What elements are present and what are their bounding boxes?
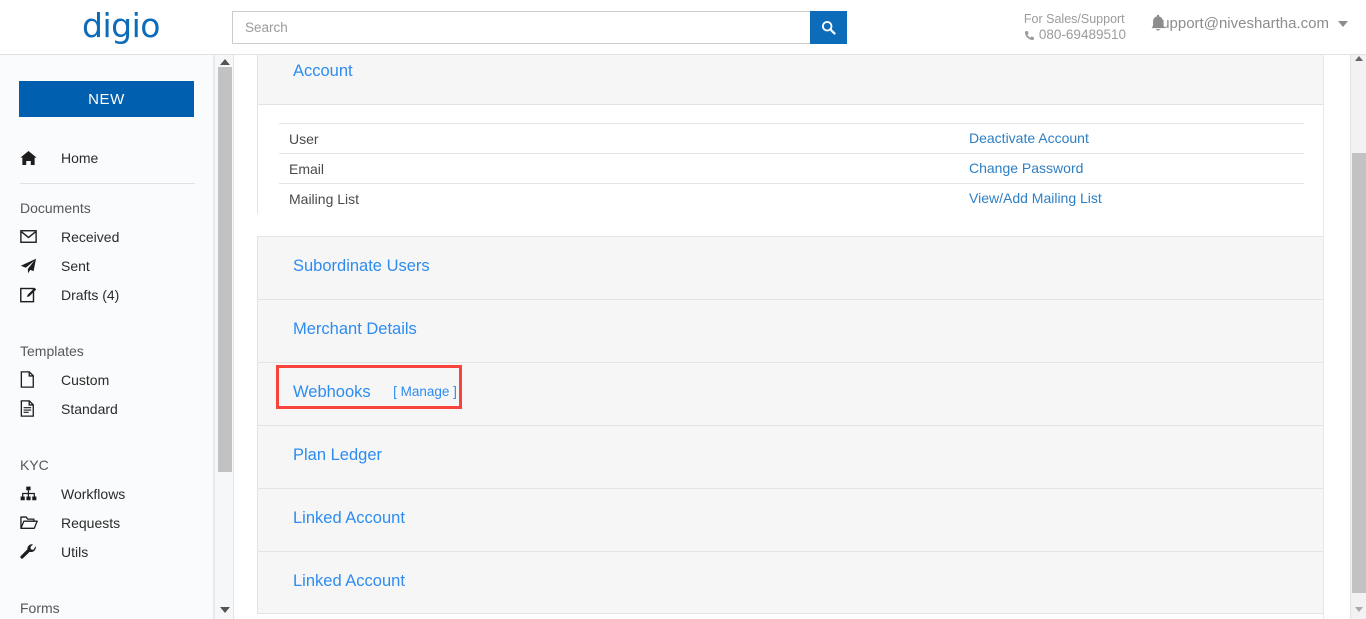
magnifier-icon	[821, 20, 836, 35]
sidebar-item-label: Home	[61, 149, 98, 167]
chevron-down-icon	[1338, 21, 1348, 27]
file-blank-icon	[20, 371, 44, 389]
sales-support-info: For Sales/Support 080-69489510	[1024, 11, 1126, 43]
user-account-menu[interactable]: support@niveshartha.com	[1154, 15, 1348, 32]
linked-account-link[interactable]: Linked Account	[293, 572, 405, 590]
sidebar-nav-list: Home Documents Received	[0, 143, 214, 619]
home-icon	[20, 149, 44, 167]
support-label: For Sales/Support	[1024, 11, 1126, 27]
change-password-link[interactable]: Change Password	[969, 160, 1083, 176]
sidebar-section-kyc: KYC	[0, 457, 214, 473]
account-field-action: Change Password	[969, 160, 1083, 178]
linked-account-row[interactable]: Linked Account	[257, 488, 1324, 551]
account-field-action: View/Add Mailing List	[969, 190, 1102, 208]
page-scrollbar[interactable]	[1350, 48, 1366, 619]
sidebar-scrollbar[interactable]	[214, 55, 234, 619]
account-field-label: Email	[279, 161, 969, 177]
account-settings-panel: Account User Deactivate Account Email Ch…	[257, 55, 1324, 614]
sidebar-item-drafts[interactable]: Drafts (4)	[0, 280, 214, 309]
webhooks-manage-link[interactable]: [ Manage ]	[393, 384, 457, 399]
folder-open-icon	[20, 514, 44, 532]
sidebar-item-label: Requests	[61, 514, 120, 532]
content-right-edge	[1323, 55, 1324, 619]
sidebar-scrollbar-thumb[interactable]	[218, 67, 232, 472]
sidebar-item-home[interactable]: Home	[0, 143, 214, 172]
caret-down-icon	[220, 607, 230, 613]
support-phone-number: 080-69489510	[1039, 27, 1126, 43]
sidebar-section-forms: Forms	[0, 600, 214, 616]
sidebar-section-documents: Documents	[0, 200, 214, 216]
page-scroll-down-button[interactable]	[1351, 601, 1366, 617]
new-button[interactable]: NEW	[19, 81, 194, 117]
caret-up-icon	[1355, 56, 1363, 61]
table-row: Email Change Password	[279, 154, 1304, 184]
phone-icon	[1024, 30, 1035, 41]
merchant-details-row[interactable]: Merchant Details	[257, 299, 1324, 362]
plan-ledger-row[interactable]: Plan Ledger	[257, 425, 1324, 488]
sidebar-scroll-down-button[interactable]	[215, 603, 235, 617]
account-section-link[interactable]: Account	[293, 62, 353, 80]
sidebar-item-sent[interactable]: Sent	[0, 251, 214, 280]
deactivate-account-link[interactable]: Deactivate Account	[969, 130, 1089, 146]
sidebar-divider	[20, 183, 195, 184]
support-phone-row: 080-69489510	[1024, 27, 1126, 43]
wrench-icon	[20, 543, 44, 561]
sidebar-item-label: Sent	[61, 257, 90, 275]
subordinate-users-row[interactable]: Subordinate Users	[257, 236, 1324, 299]
merchant-details-link[interactable]: Merchant Details	[293, 320, 417, 338]
sidebar-spacer	[0, 566, 214, 584]
subordinate-users-link[interactable]: Subordinate Users	[293, 257, 430, 275]
sidebar-item-label: Received	[61, 228, 119, 246]
sidebar-item-label: Workflows	[61, 485, 125, 503]
sidebar-item-workflows[interactable]: Workflows	[0, 479, 214, 508]
edit-document-icon	[20, 286, 44, 304]
webhooks-link[interactable]: Webhooks	[293, 383, 371, 401]
envelope-icon	[20, 228, 44, 246]
caret-down-icon	[1355, 607, 1363, 612]
main-content-area: Account User Deactivate Account Email Ch…	[235, 55, 1340, 619]
digio-logo[interactable]: digio	[82, 6, 160, 46]
linked-account-row[interactable]: Linked Account	[257, 551, 1324, 614]
sidebar-item-utils[interactable]: Utils	[0, 537, 214, 566]
sidebar-item-received[interactable]: Received	[0, 222, 214, 251]
search-button[interactable]	[810, 11, 847, 44]
sidebar-spacer	[0, 423, 214, 441]
top-header: digio For Sales/Support 080-69489510	[0, 0, 1366, 55]
sidebar-item-label: Utils	[61, 543, 88, 561]
account-field-label: User	[279, 131, 969, 147]
table-row: Mailing List View/Add Mailing List	[279, 184, 1304, 214]
sidebar-item-label: Drafts (4)	[61, 286, 119, 304]
sidebar-item-label: Standard	[61, 400, 118, 418]
search-bar	[232, 11, 847, 44]
page-scrollbar-thumb[interactable]	[1352, 153, 1366, 593]
account-details-table: User Deactivate Account Email Change Pas…	[279, 123, 1304, 214]
linked-account-link[interactable]: Linked Account	[293, 509, 405, 527]
account-section-header-row: Account	[257, 55, 1324, 104]
sidebar-item-custom[interactable]: Custom	[0, 365, 214, 394]
paper-plane-icon	[20, 257, 44, 275]
application-window: digio For Sales/Support 080-69489510	[0, 0, 1366, 619]
sidebar-navigation: NEW Home Documents	[0, 55, 214, 619]
sidebar-item-label: Custom	[61, 371, 109, 389]
account-field-action: Deactivate Account	[969, 130, 1089, 148]
sidebar-item-standard[interactable]: Standard	[0, 394, 214, 423]
file-lines-icon	[20, 400, 44, 418]
sidebar-spacer	[0, 309, 214, 327]
plan-ledger-link[interactable]: Plan Ledger	[293, 446, 382, 464]
table-row: User Deactivate Account	[279, 124, 1304, 154]
sidebar-item-requests[interactable]: Requests	[0, 508, 214, 537]
user-email-label: support@niveshartha.com	[1154, 15, 1329, 32]
view-add-mailing-list-link[interactable]: View/Add Mailing List	[969, 190, 1102, 206]
search-input[interactable]	[232, 11, 810, 44]
webhooks-row[interactable]: Webhooks [ Manage ]	[257, 362, 1324, 425]
caret-up-icon	[220, 59, 230, 65]
account-details-row: User Deactivate Account Email Change Pas…	[257, 104, 1324, 214]
sidebar-section-templates: Templates	[0, 343, 214, 359]
account-field-label: Mailing List	[279, 191, 969, 207]
sitemap-icon	[20, 485, 44, 503]
